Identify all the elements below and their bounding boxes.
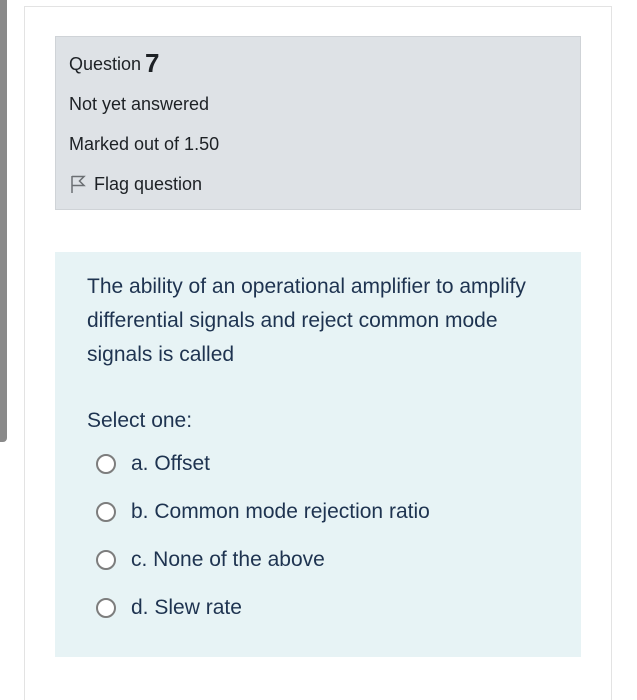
answer-label-b: b. Common mode rejection ratio bbox=[131, 500, 430, 523]
question-text: The ability of an operational amplifier … bbox=[87, 275, 526, 366]
question-grade: Marked out of 1.50 bbox=[69, 134, 220, 154]
answer-label-a: a. Offset bbox=[131, 452, 210, 475]
answer-label-d: d. Slew rate bbox=[131, 596, 242, 619]
question-info-panel: Question 7 Not yet answered Marked out of… bbox=[55, 36, 581, 210]
radio-button-d[interactable] bbox=[96, 598, 116, 618]
answer-option-d[interactable]: d. Slew rate bbox=[96, 594, 242, 622]
radio-button-c[interactable] bbox=[96, 550, 116, 570]
question-state: Not yet answered bbox=[69, 94, 210, 114]
flag-icon bbox=[69, 174, 87, 194]
scroll-indicator bbox=[0, 0, 7, 442]
answer-label-c: c. None of the above bbox=[131, 548, 325, 571]
answer-option-b[interactable]: b. Common mode rejection ratio bbox=[96, 498, 430, 526]
flag-question-label: Flag question bbox=[94, 174, 203, 194]
answer-option-a[interactable]: a. Offset bbox=[96, 450, 210, 478]
question-number: Question 7 bbox=[69, 48, 160, 78]
question-label: Question bbox=[69, 54, 142, 74]
page: Question 7 Not yet answered Marked out of… bbox=[0, 0, 637, 700]
flag-question-link[interactable]: Flag question bbox=[69, 172, 202, 196]
radio-button-b[interactable] bbox=[96, 502, 116, 522]
question-number-value: 7 bbox=[145, 48, 160, 78]
select-one-prompt: Select one: bbox=[87, 409, 193, 432]
answer-option-c[interactable]: c. None of the above bbox=[96, 546, 325, 574]
radio-button-a[interactable] bbox=[96, 454, 116, 474]
question-content: The ability of an operational amplifier … bbox=[55, 252, 581, 657]
